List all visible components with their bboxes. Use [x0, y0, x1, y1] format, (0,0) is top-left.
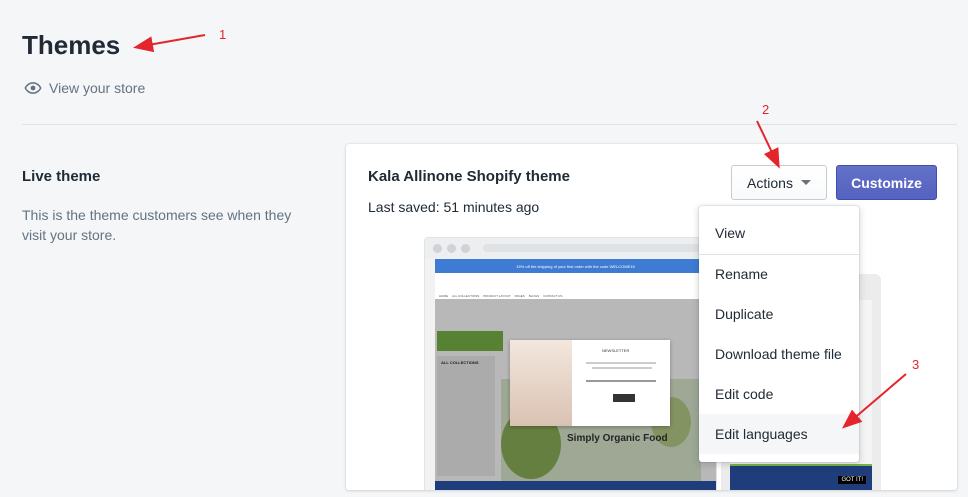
preview-nav-item: PRODUCT LAYOUT [483, 294, 511, 298]
menu-item-download-theme-file[interactable]: Download theme file [699, 334, 859, 374]
actions-dropdown: View Rename Duplicate Download theme fil… [699, 206, 859, 462]
section-description: This is the theme customers see when the… [22, 207, 292, 243]
preview-nav-item: PAGES [514, 294, 525, 298]
desktop-preview: 15% off the shipping of your first order… [424, 237, 717, 490]
view-store-label: View your store [49, 80, 146, 96]
customize-button[interactable]: Customize [836, 165, 937, 200]
popup-text-line [586, 362, 656, 364]
preview-newsletter-popup: NEWSLETTER [510, 340, 670, 426]
actions-button[interactable]: Actions [731, 165, 827, 200]
menu-item-duplicate[interactable]: Duplicate [699, 294, 859, 334]
popup-button [613, 394, 635, 402]
menu-item-rename[interactable]: Rename [699, 254, 859, 294]
preview-cookie-bar [435, 481, 716, 490]
browser-bar [425, 238, 716, 258]
preview-nav-item: CONTACT US [543, 294, 563, 298]
window-dot-icon [447, 243, 456, 253]
menu-item-edit-code[interactable]: Edit code [699, 374, 859, 414]
menu-item-view[interactable]: View [699, 213, 859, 253]
popup-title: NEWSLETTER [602, 348, 630, 353]
eye-icon [24, 82, 42, 94]
annotation-label-1: 1 [219, 27, 227, 42]
window-dot-icon [461, 243, 470, 253]
popup-input [586, 380, 656, 382]
divider [22, 124, 957, 125]
section-title: Live theme [22, 168, 101, 185]
popup-text-line [592, 367, 652, 369]
preview-nav-item: HOME [439, 294, 448, 298]
preview-nav-item: ALL COLLECTIONS [452, 294, 480, 298]
window-dot-icon [433, 243, 442, 253]
live-theme-card: Kala Allinone Shopify theme Last saved: … [346, 144, 957, 490]
site-preview: 15% off the shipping of your first order… [435, 259, 716, 490]
url-bar [483, 244, 713, 252]
mobile-cookie-bar: GOT IT! [730, 466, 872, 490]
cookie-button: GOT IT! [838, 476, 866, 484]
last-saved: Last saved: 51 minutes ago [368, 199, 540, 215]
page-title: Themes [22, 30, 121, 60]
theme-name: Kala Allinone Shopify theme [368, 168, 570, 185]
actions-label: Actions [747, 174, 793, 191]
annotation-label-3: 3 [912, 357, 920, 372]
annotation-label-2: 2 [762, 102, 770, 117]
preview-banner: 15% off the shipping of your first order… [435, 259, 716, 273]
view-store-link[interactable]: View your store [24, 80, 145, 96]
preview-nav-item: BLOGS [528, 294, 540, 298]
annotation-arrow-1 [133, 34, 206, 53]
chevron-down-icon [800, 180, 811, 185]
menu-item-edit-languages[interactable]: Edit languages [699, 414, 859, 454]
model-image [510, 340, 572, 426]
